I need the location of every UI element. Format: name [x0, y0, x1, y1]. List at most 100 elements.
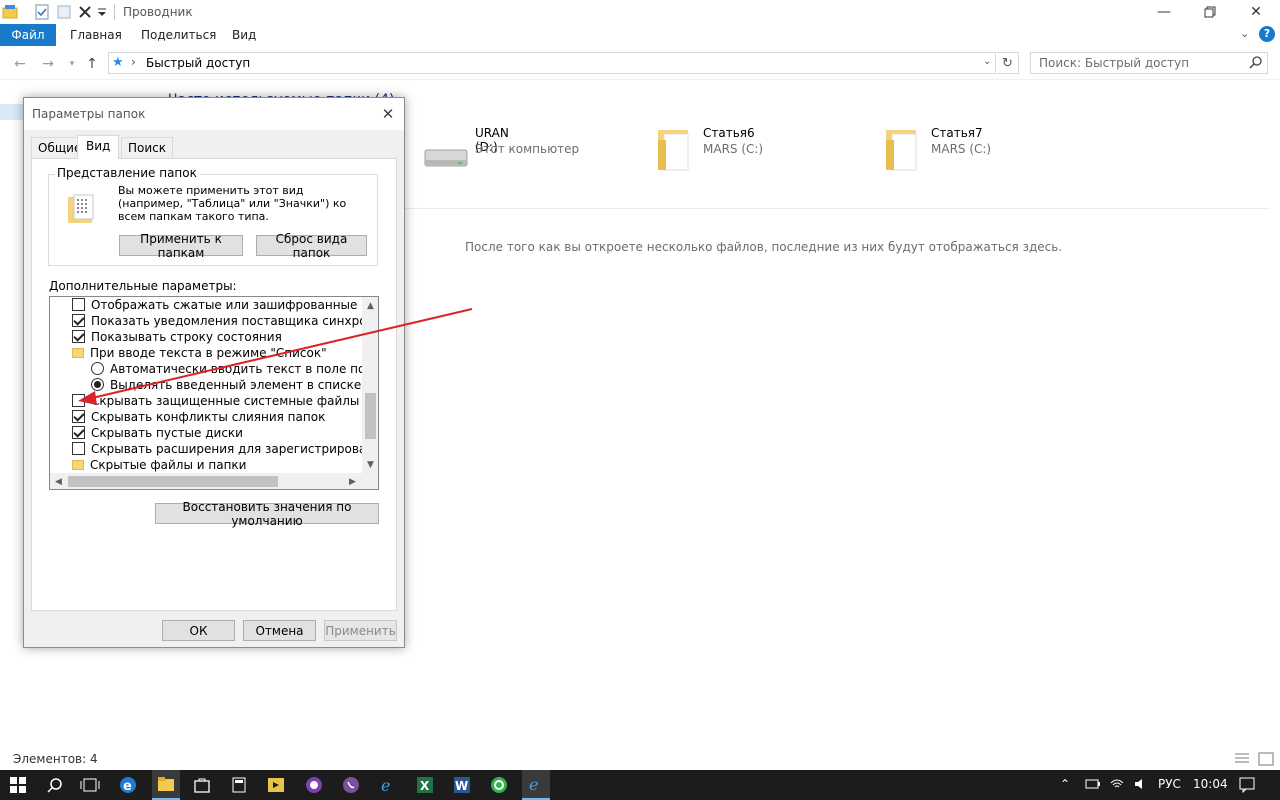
checkbox[interactable]: [72, 426, 85, 439]
internet-explorer-taskbar-button[interactable]: e: [522, 770, 550, 800]
setting-row[interactable]: Скрывать пустые диски: [72, 425, 378, 441]
purple-app-icon[interactable]: [304, 775, 324, 795]
radio-button[interactable]: [91, 362, 104, 375]
folder-view-group: Представление папок Вы можете применить …: [48, 166, 378, 266]
wifi-icon[interactable]: [1109, 777, 1125, 794]
tab-share[interactable]: Поделиться: [128, 24, 229, 46]
task-view-icon[interactable]: [80, 775, 100, 795]
scroll-right-icon[interactable]: ▶: [344, 473, 361, 489]
vertical-scrollbar[interactable]: ▲ ▼: [362, 297, 378, 473]
tab-view[interactable]: Вид: [77, 135, 120, 159]
nav-pane-selected-item[interactable]: [0, 104, 25, 120]
checkbox[interactable]: [72, 442, 85, 455]
maximize-button[interactable]: [1187, 0, 1233, 24]
scroll-down-icon[interactable]: ▼: [362, 456, 378, 473]
dialog-title: Параметры папок: [32, 107, 146, 121]
setting-row[interactable]: Скрывать расширения для зарегистрированн…: [72, 441, 362, 457]
restore-icon: [1204, 6, 1216, 18]
scroll-corner: [362, 473, 378, 489]
back-arrow-icon[interactable]: ←: [10, 54, 30, 74]
checkbox[interactable]: [72, 410, 85, 423]
large-icons-view-icon[interactable]: [1258, 752, 1274, 769]
internet-explorer-icon[interactable]: e: [378, 775, 398, 795]
apply-button[interactable]: Применить: [324, 620, 397, 641]
minimize-button[interactable]: —: [1141, 0, 1187, 24]
close-button[interactable]: ✕: [1233, 0, 1279, 24]
start-windows-icon[interactable]: [8, 775, 28, 795]
tab-view[interactable]: Вид: [219, 24, 269, 46]
photos-icon[interactable]: [266, 775, 286, 795]
dialog-close-button[interactable]: ✕: [378, 104, 398, 124]
folder-icon: [72, 348, 84, 358]
checkbox[interactable]: [72, 330, 85, 343]
properties-icon[interactable]: [34, 4, 50, 20]
refresh-button[interactable]: ↻: [997, 52, 1019, 74]
calculator-icon[interactable]: [229, 775, 249, 795]
setting-row[interactable]: Выделять введенный элемент в списке: [91, 377, 378, 393]
search-icon[interactable]: [1249, 55, 1263, 72]
tab-file[interactable]: Файл: [0, 24, 56, 46]
drive-icon: [424, 149, 468, 167]
word-icon[interactable]: W: [452, 775, 472, 795]
delete-icon[interactable]: [77, 4, 93, 20]
scroll-up-icon[interactable]: ▲: [362, 297, 378, 314]
recent-locations-icon[interactable]: ▾: [62, 54, 82, 74]
address-dropdown-icon[interactable]: ⌄: [983, 56, 991, 67]
dialog-titlebar[interactable]: Параметры папок ✕: [24, 98, 404, 130]
search-box[interactable]: Поиск: Быстрый доступ: [1030, 52, 1268, 74]
address-path[interactable]: Быстрый доступ: [146, 56, 250, 70]
setting-row[interactable]: Показать уведомления поставщика синхрони…: [72, 313, 378, 329]
cancel-button[interactable]: Отмена: [243, 620, 316, 641]
setting-row[interactable]: Автоматически вводить текст в поле поиск…: [91, 361, 378, 377]
up-arrow-icon[interactable]: ↑: [82, 54, 102, 74]
restore-defaults-button[interactable]: Восстановить значения по умолчанию: [155, 500, 379, 528]
advanced-settings-list[interactable]: Отображать сжатые или зашифрованные файл…: [49, 296, 379, 490]
checkbox[interactable]: [72, 394, 85, 407]
setting-row[interactable]: Скрывать защищенные системные файлы (рек…: [72, 393, 362, 409]
battery-icon[interactable]: [1085, 778, 1101, 793]
taskbar: e e X W e ⌃ РУС 10:04: [0, 770, 1280, 800]
checkbox[interactable]: [72, 298, 85, 311]
advanced-settings-label: Дополнительные параметры:: [49, 279, 237, 293]
input-language[interactable]: РУС: [1158, 777, 1181, 791]
apply-to-folders-button[interactable]: Применить к папкам: [119, 232, 243, 260]
item-title: Статья6: [703, 126, 755, 140]
forward-arrow-icon[interactable]: →: [38, 54, 58, 74]
file-explorer-taskbar-button[interactable]: [152, 770, 180, 800]
excel-icon[interactable]: X: [415, 775, 435, 795]
help-icon[interactable]: ?: [1259, 26, 1275, 42]
customize-icon[interactable]: [96, 4, 112, 20]
checkbox[interactable]: [72, 314, 85, 327]
address-bar[interactable]: ★ › Быстрый доступ ⌄: [108, 52, 996, 74]
horizontal-scrollbar[interactable]: ◀ ▶: [50, 473, 378, 489]
setting-row[interactable]: Отображать сжатые или зашифрованные файл…: [72, 297, 378, 313]
tab-home[interactable]: Главная: [57, 24, 135, 46]
tab-search[interactable]: Поиск: [121, 137, 174, 158]
clock[interactable]: 10:04: [1193, 777, 1228, 791]
green-app-icon[interactable]: [489, 775, 509, 795]
details-view-icon[interactable]: [1234, 752, 1250, 769]
edge-icon[interactable]: e: [118, 775, 138, 795]
breadcrumb-chevron-icon: ›: [131, 55, 136, 69]
new-folder-icon[interactable]: [56, 4, 72, 20]
show-hidden-icons-icon[interactable]: ⌃: [1060, 777, 1070, 791]
viber-icon[interactable]: [341, 775, 361, 795]
recent-files-message: После того как вы откроете несколько фай…: [465, 240, 1063, 254]
search-icon[interactable]: [45, 775, 65, 795]
file-explorer-icon: [158, 777, 174, 791]
horizontal-scroll-thumb[interactable]: [68, 476, 278, 487]
ribbon-expand-icon[interactable]: ⌄: [1240, 27, 1249, 40]
folder-view-label: Представление папок: [55, 166, 199, 180]
vertical-scroll-thumb[interactable]: [365, 393, 376, 439]
radio-button[interactable]: [91, 378, 104, 391]
setting-row[interactable]: Показывать строку состояния: [72, 329, 378, 345]
volume-icon[interactable]: [1133, 777, 1149, 794]
setting-row[interactable]: Скрывать конфликты слияния папок: [72, 409, 378, 425]
reset-folders-button[interactable]: Сброс вида папок: [256, 232, 367, 260]
scroll-left-icon[interactable]: ◀: [50, 473, 67, 489]
store-icon[interactable]: [192, 775, 212, 795]
ribbon-tabs: Файл Главная Поделиться Вид ⌄ ?: [0, 24, 1280, 46]
action-center-icon[interactable]: [1239, 777, 1255, 796]
ok-button[interactable]: ОК: [162, 620, 235, 641]
explorer-icon[interactable]: [2, 4, 18, 20]
